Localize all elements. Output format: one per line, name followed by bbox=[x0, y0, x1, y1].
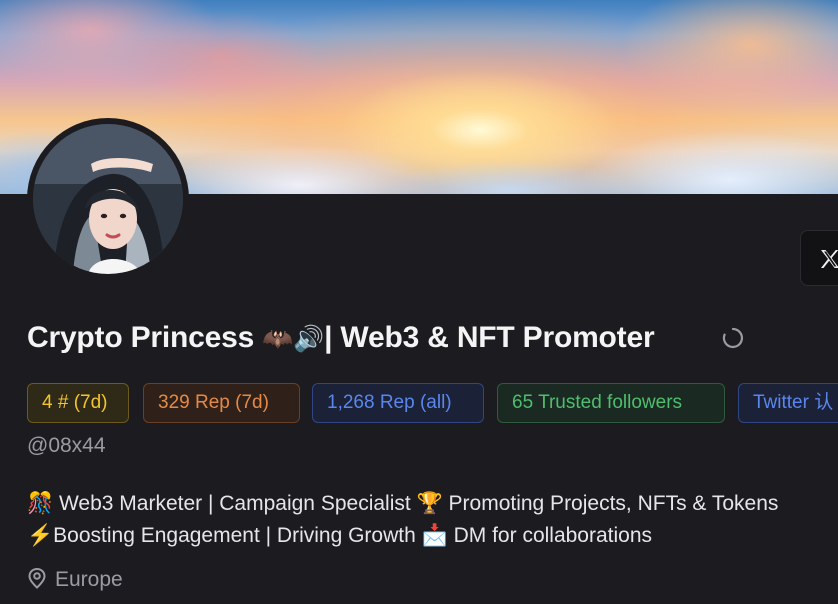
display-name: Crypto Princess bbox=[27, 321, 255, 354]
x-logo-icon bbox=[821, 250, 838, 268]
profile-bio: 🎊 Web3 Marketer | Campaign Specialist 🏆 … bbox=[27, 488, 778, 552]
rep-7d-badge[interactable]: 329 Rep (7d) bbox=[143, 383, 300, 423]
location-pin-icon bbox=[28, 568, 46, 590]
twitter-badge[interactable]: Twitter 认 bbox=[738, 383, 838, 423]
x-profile-button[interactable] bbox=[800, 230, 838, 286]
name-suffix: | Web3 & NFT Promoter bbox=[324, 321, 655, 354]
profile-title: Crypto Princess 🦇🔊| Web3 & NFT Promoter bbox=[27, 318, 655, 358]
avatar-portrait-icon bbox=[33, 124, 183, 274]
bio-line-1: 🎊 Web3 Marketer | Campaign Specialist 🏆 … bbox=[27, 492, 779, 515]
rank-badge[interactable]: 4 # (7d) bbox=[27, 383, 129, 423]
avatar[interactable] bbox=[33, 124, 183, 274]
bio-line-2: ⚡Boosting Engagement | Driving Growth 📩 … bbox=[27, 524, 653, 547]
profile-handle: @08x44 bbox=[27, 434, 106, 457]
rep-all-badge[interactable]: 1,268 Rep (all) bbox=[312, 383, 484, 423]
trusted-followers-badge[interactable]: 65 Trusted followers bbox=[497, 383, 725, 423]
profile-location: Europe bbox=[27, 566, 123, 594]
avatar-frame bbox=[27, 118, 189, 280]
name-emojis: 🦇🔊 bbox=[262, 325, 325, 353]
location-text: Europe bbox=[55, 568, 123, 591]
loading-spinner-icon bbox=[722, 327, 744, 349]
